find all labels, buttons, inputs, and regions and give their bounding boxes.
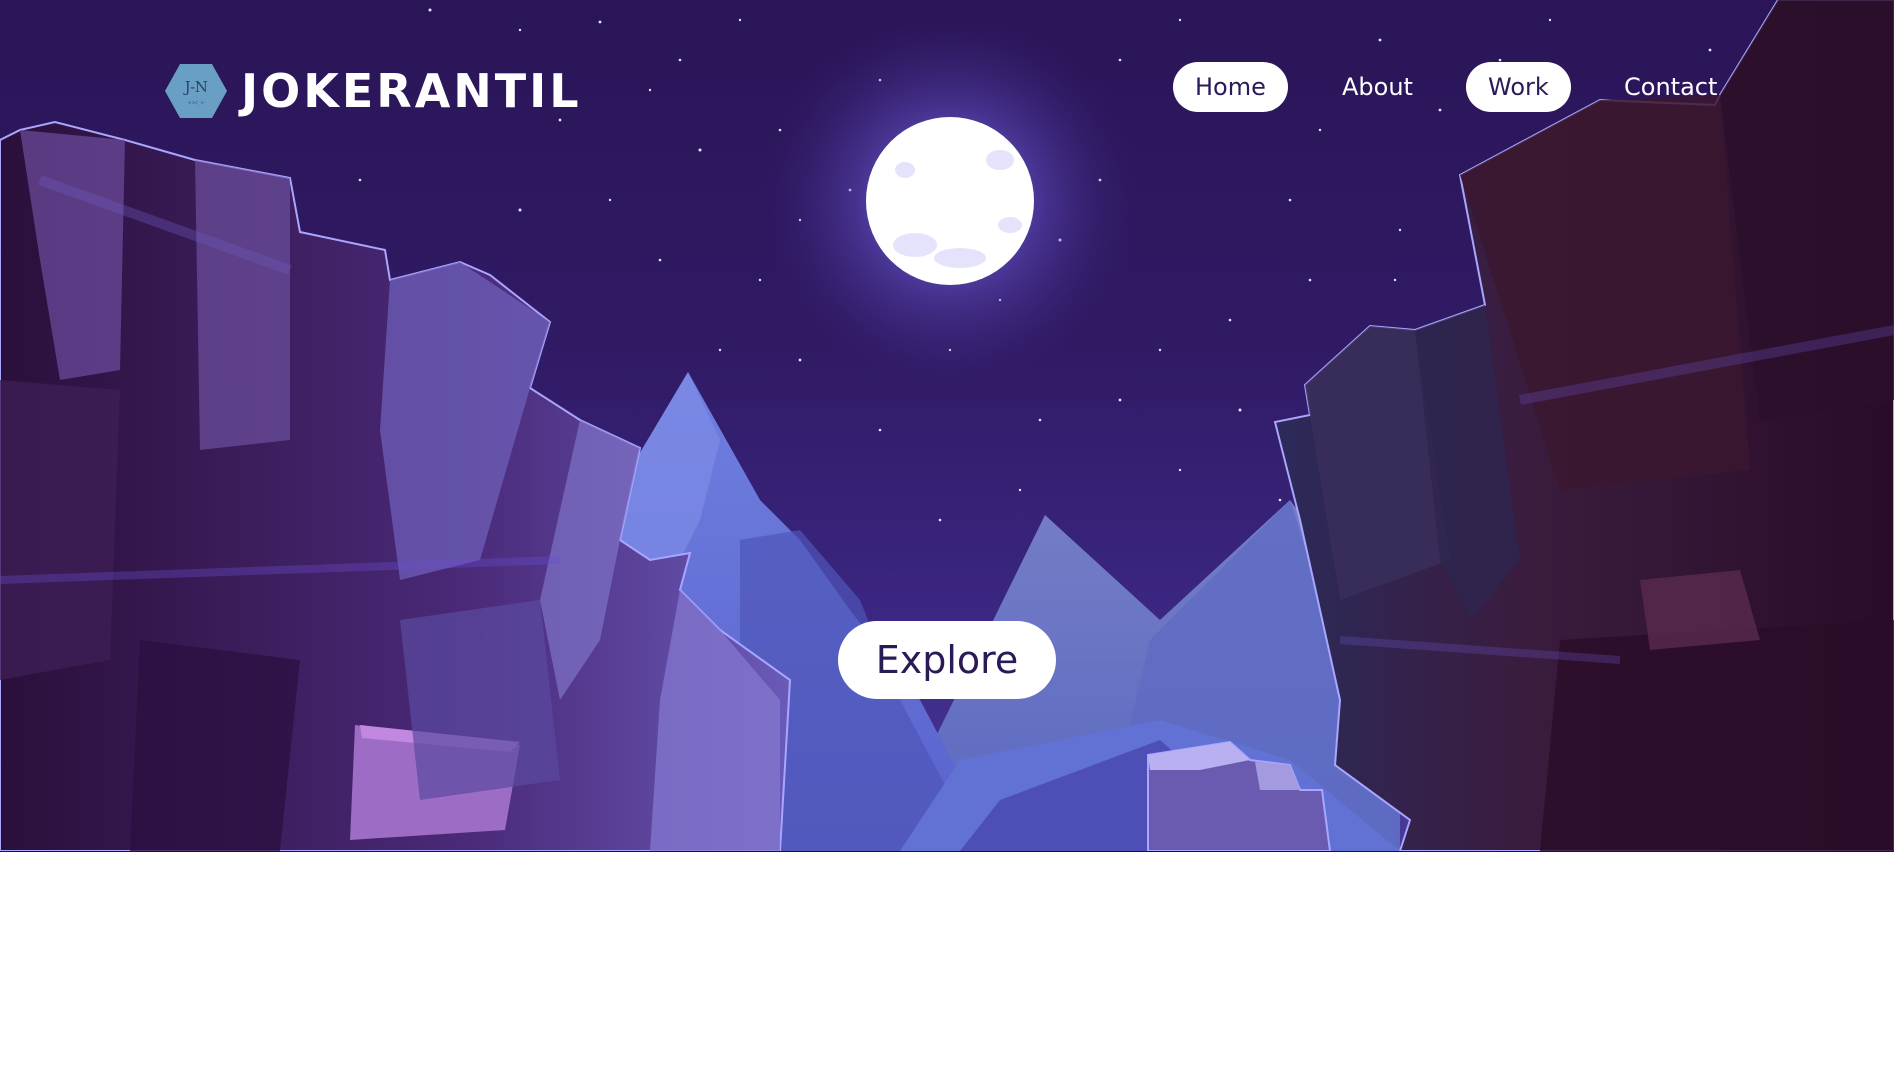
nav-work[interactable]: Work <box>1466 62 1571 112</box>
content-area <box>0 852 1894 1080</box>
nav-about[interactable]: About <box>1320 62 1435 112</box>
hero-section: J-N <>/_> JOKERANTIL Home About Work Con… <box>0 0 1894 852</box>
explore-button[interactable]: Explore <box>838 621 1056 699</box>
nav-home[interactable]: Home <box>1173 62 1288 112</box>
night-landscape-illustration <box>0 0 1894 851</box>
main-nav: Home About Work Contact <box>0 62 1894 114</box>
nav-contact[interactable]: Contact <box>1602 62 1739 112</box>
